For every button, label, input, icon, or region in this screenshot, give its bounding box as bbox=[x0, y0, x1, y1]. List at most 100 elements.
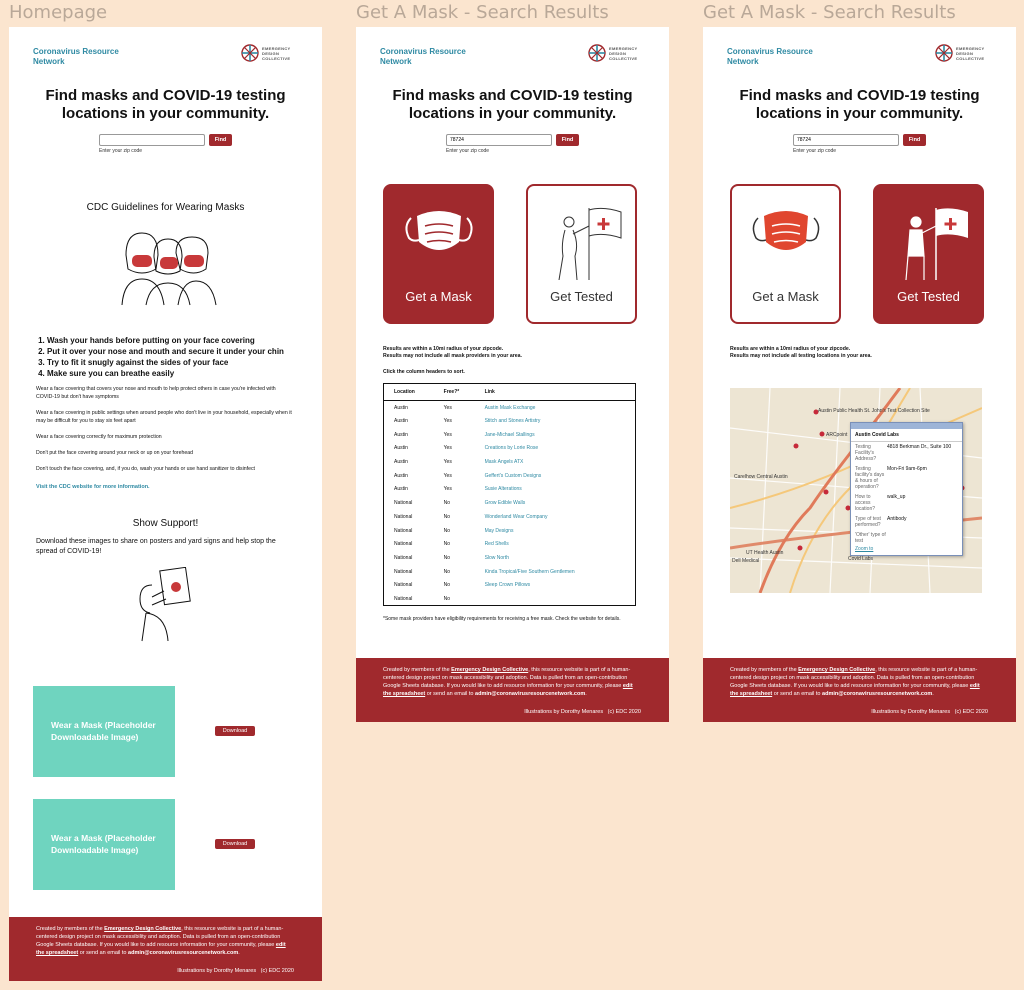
link-cell[interactable]: Slow North bbox=[475, 551, 636, 565]
download-button[interactable]: Download bbox=[215, 726, 255, 736]
link-cell[interactable]: Stitch and Stones Artistry bbox=[475, 414, 636, 428]
table-row: Austin Yes Stitch and Stones Artistry bbox=[384, 414, 636, 428]
column-header-link[interactable]: Link bbox=[474, 383, 636, 401]
location-cell: National bbox=[394, 500, 413, 507]
location-cell: National bbox=[394, 513, 413, 520]
zip-hint: Enter your zip code bbox=[99, 148, 143, 154]
table-row: National No Kinda Tropical/Five Southern G… bbox=[384, 565, 636, 579]
link-cell[interactable]: Austin Mask Exchange bbox=[475, 401, 636, 415]
cdc-title: CDC Guidelines for Wearing Masks bbox=[86, 202, 245, 213]
find-button[interactable]: Find bbox=[903, 134, 926, 146]
edc-link[interactable]: Emergency Design Collective bbox=[451, 667, 528, 673]
mask-icon bbox=[752, 211, 819, 250]
mask-results-table: Location Free?* Link Austin Yes Austin Mas… bbox=[383, 383, 636, 607]
brand-link[interactable]: Coronavirus Resource Network bbox=[33, 47, 143, 67]
download-button[interactable]: Download bbox=[215, 839, 255, 849]
link-cell[interactable]: Susie Alterations bbox=[475, 483, 636, 497]
get-a-mask-card[interactable]: Get a Mask bbox=[730, 184, 841, 324]
free-cell: Yes bbox=[443, 445, 452, 452]
table-row: Austin Yes Mask Angels ATX bbox=[384, 455, 636, 469]
get-tested-label: Get Tested bbox=[897, 289, 960, 304]
site-footer: Created by members of the Emergency Desi… bbox=[703, 658, 1016, 722]
page-title: Find masks and COVID-19 testing location… bbox=[392, 87, 633, 122]
free-cell: Yes bbox=[443, 431, 452, 438]
link-cell[interactable]: Wonderland Wear Company bbox=[475, 510, 636, 524]
guideline-text: Don't touch the face covering, and, if y… bbox=[36, 466, 255, 472]
edc-logo-icon bbox=[241, 44, 259, 62]
free-cell: Yes bbox=[443, 472, 452, 479]
get-a-mask-card[interactable]: Get a Mask bbox=[383, 184, 494, 324]
admin-email-link[interactable]: admin@coronavirusresourcenetwork.com bbox=[128, 950, 238, 956]
link-cell[interactable]: May Designs bbox=[475, 524, 636, 538]
logo-text: EMERGENCY DESIGN COLLECTIVE bbox=[609, 45, 638, 61]
table-row: Austin Yes Creations by Lorie Rose bbox=[384, 442, 636, 456]
mask-rules-list: Wash your hands before putting on your f… bbox=[37, 335, 322, 379]
edc-logo-icon bbox=[935, 44, 953, 62]
brand-link[interactable]: Coronavirus Resource Network bbox=[727, 47, 837, 67]
link-cell[interactable]: Kinda Tropical/Five Southern Gentlemen bbox=[475, 565, 636, 579]
edc-link[interactable]: Emergency Design Collective bbox=[798, 667, 875, 673]
zip-input[interactable] bbox=[446, 134, 552, 146]
site-header: Coronavirus Resource Network EMERGENCY D… bbox=[703, 27, 1016, 87]
location-popup: Austin Covid Labs Testing Facility's Add… bbox=[850, 422, 963, 556]
location-cell: Austin bbox=[394, 459, 408, 466]
find-button[interactable]: Find bbox=[209, 134, 232, 146]
table-row: National No May Designs bbox=[384, 524, 636, 538]
table-row: Austin Yes Geffert's Custom Designs bbox=[384, 469, 636, 483]
edc-logo: EMERGENCY DESIGN COLLECTIVE bbox=[935, 44, 988, 62]
zip-hint: Enter your zip code bbox=[793, 148, 837, 154]
guideline-text: Wear a face covering in public settings … bbox=[36, 410, 292, 424]
site-header: Coronavirus Resource Network EMERGENCY D… bbox=[9, 27, 322, 87]
page-title: Find masks and COVID-19 testing location… bbox=[739, 87, 980, 122]
get-tested-card[interactable]: Get Tested bbox=[526, 184, 637, 324]
footer-text: Created by members of the Emergency Desi… bbox=[383, 667, 633, 697]
footer-text: Created by members of the Emergency Desi… bbox=[36, 926, 286, 956]
frame-label-mask-results: Get A Mask - Search Results bbox=[356, 2, 609, 23]
popup-row: Testing Facility's Address? 4818 Berkman … bbox=[855, 444, 952, 462]
frame-label-test-results: Get A Mask - Search Results bbox=[703, 2, 956, 23]
link-cell[interactable]: Creations by Lorie Rose bbox=[475, 442, 636, 456]
find-button[interactable]: Find bbox=[556, 134, 579, 146]
link-cell[interactable]: Grow Edible Walls bbox=[475, 496, 636, 510]
mask-icon bbox=[404, 211, 473, 250]
link-cell[interactable]: Geffert's Custom Designs bbox=[475, 469, 636, 483]
column-header-location[interactable]: Location bbox=[383, 383, 434, 401]
column-header-free[interactable]: Free?* bbox=[433, 383, 475, 401]
table-row: Austin Yes Susie Alterations bbox=[384, 483, 636, 497]
admin-email-link[interactable]: admin@coronavirusresourcenetwork.com bbox=[822, 691, 932, 697]
popup-row: How to access location? walk_up bbox=[855, 494, 906, 512]
location-cell: National bbox=[394, 541, 413, 548]
table-row: National No Sleep Crown Pillows bbox=[384, 578, 636, 592]
mask-results-frame: Coronavirus Resource Network EMERGENCY D… bbox=[356, 27, 669, 722]
zip-input[interactable] bbox=[99, 134, 205, 146]
download-row: Wear a Mask (Placeholder Downloadable Im… bbox=[33, 799, 283, 890]
link-cell[interactable]: Mask Angels ATX bbox=[475, 455, 636, 469]
cdc-website-link[interactable]: Visit the CDC website for more informati… bbox=[9, 484, 322, 490]
free-cell: No bbox=[443, 595, 451, 602]
logo-text: EMERGENCY DESIGN COLLECTIVE bbox=[262, 45, 291, 61]
link-cell[interactable]: Red Shells bbox=[475, 537, 636, 551]
free-cell: No bbox=[443, 554, 451, 561]
table-header-row: Location Free?* Link bbox=[383, 383, 636, 401]
testing-locations-map[interactable]: Austin Public Health St. John's Test Col… bbox=[730, 388, 982, 593]
link-cell[interactable]: Sleep Crown Pillows bbox=[475, 578, 636, 592]
site-footer: Created by members of the Emergency Desi… bbox=[356, 658, 669, 722]
edc-link[interactable]: Emergency Design Collective bbox=[104, 926, 181, 932]
location-cell: Austin bbox=[394, 445, 408, 452]
link-cell[interactable]: Jane-Michael Stallings bbox=[475, 428, 636, 442]
location-cell: National bbox=[394, 582, 413, 589]
zip-input[interactable] bbox=[793, 134, 899, 146]
brand-link[interactable]: Coronavirus Resource Network bbox=[380, 47, 490, 67]
free-cell: Yes bbox=[443, 418, 452, 425]
eligibility-footnote: *Some mask providers have eligibility re… bbox=[383, 616, 621, 623]
free-cell: No bbox=[443, 582, 451, 589]
footer-credits: Illustrations by Dorothy Menares (c) EDC… bbox=[871, 709, 988, 715]
free-cell: No bbox=[443, 500, 451, 507]
page-title: Find masks and COVID-19 testing location… bbox=[45, 87, 286, 122]
footer-credits: Illustrations by Dorothy Menares (c) EDC… bbox=[524, 709, 641, 715]
get-tested-card[interactable]: Get Tested bbox=[873, 184, 984, 324]
map-label: ARCpoint bbox=[826, 432, 848, 438]
admin-email-link[interactable]: admin@coronavirusresourcenetwork.com bbox=[475, 691, 585, 697]
table-row: Austin Yes Jane-Michael Stallings bbox=[384, 428, 636, 442]
zoom-to-link[interactable]: Zoom to bbox=[851, 546, 962, 552]
